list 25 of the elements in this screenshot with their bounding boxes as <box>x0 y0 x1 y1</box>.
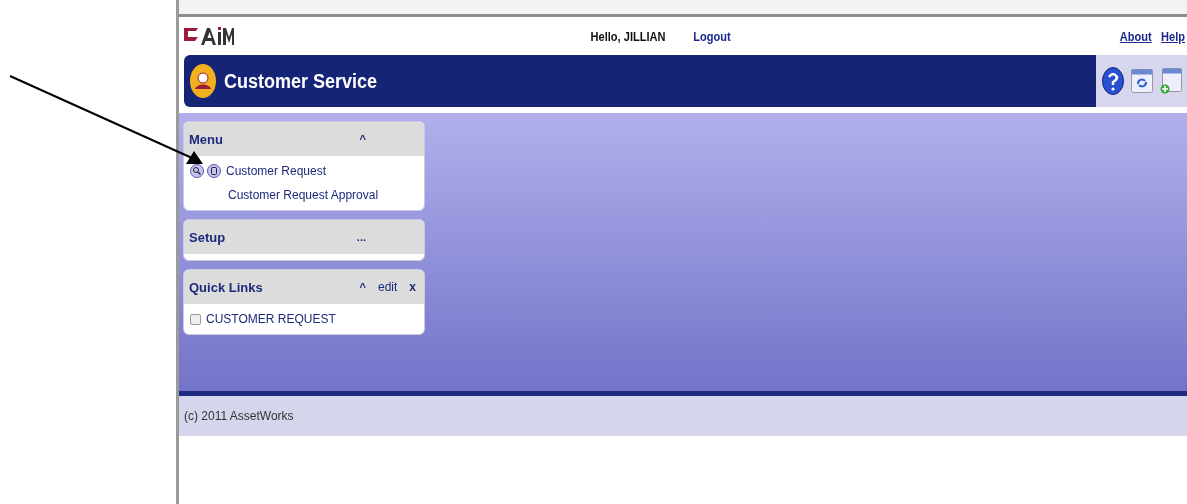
menu-link[interactable]: Customer Request Approval <box>228 188 379 202</box>
search-icon[interactable] <box>190 164 204 178</box>
panel-toggle[interactable]: ^ <box>359 281 366 293</box>
page-title: Customer Service <box>224 69 378 93</box>
close-button[interactable]: x <box>409 280 416 294</box>
new-window-icon[interactable] <box>1160 68 1182 94</box>
panel-toggle[interactable]: ^ <box>359 133 366 145</box>
menu-link[interactable]: Customer Request <box>226 164 327 178</box>
help-icon[interactable] <box>1102 67 1124 95</box>
header-link[interactable]: About <box>1120 28 1152 44</box>
logo-icon <box>184 25 234 47</box>
greeting-text: Hello, JILLIAN <box>590 28 666 44</box>
person-icon <box>190 64 216 98</box>
document-icon[interactable] <box>207 164 221 178</box>
refresh-window-icon[interactable] <box>1131 69 1153 93</box>
copyright-text: (c) 2011 AssetWorks <box>184 409 294 423</box>
panel-title: Menu <box>189 131 224 147</box>
checkbox[interactable] <box>190 313 201 325</box>
panel-toggle[interactable]: ... <box>356 231 366 243</box>
header-link[interactable]: Help <box>1160 28 1185 44</box>
edit-button[interactable]: edit <box>377 280 398 294</box>
quick-link[interactable]: CUSTOMER REQUEST <box>206 312 336 326</box>
logout-link[interactable]: Logout <box>693 28 731 44</box>
panel-title: Setup <box>189 229 227 245</box>
panel-title: Quick Links <box>189 279 264 295</box>
